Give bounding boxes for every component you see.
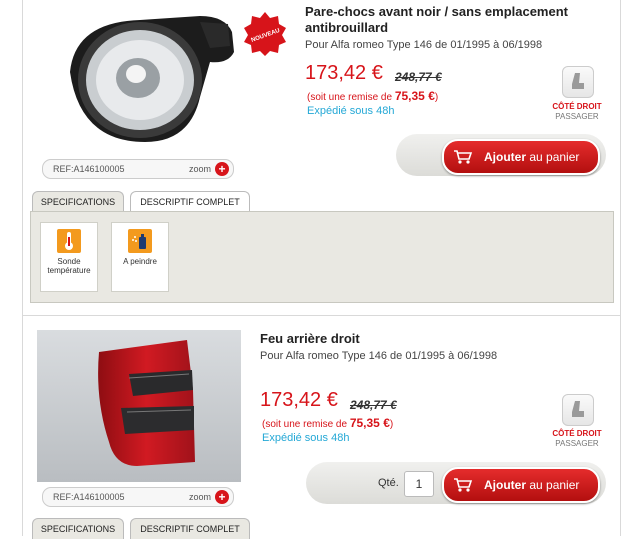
- tab-descriptif-complet[interactable]: DESCRIPTIF COMPLET: [130, 191, 250, 212]
- quantity-label: Qté.: [378, 477, 399, 489]
- zoom-plus-icon[interactable]: +: [215, 162, 229, 176]
- cart-icon: [452, 146, 474, 168]
- spec-label: A peindre: [123, 257, 157, 266]
- old-price: 248,77 €: [350, 398, 397, 412]
- thermometer-icon: [57, 229, 81, 253]
- reference-number: REF:A146100005: [53, 492, 125, 502]
- rear-lamp-image[interactable]: [37, 330, 241, 482]
- new-badge: NOUVEAU: [244, 12, 286, 56]
- side-label: CÔTÉ DROIT PASSAGER: [552, 429, 602, 448]
- seat-icon: [562, 66, 594, 98]
- reference-pill: REF:A146100005 zoom +: [42, 159, 234, 179]
- paint-spray-icon: [128, 229, 152, 253]
- reference-pill: REF:A146100005 zoom +: [42, 487, 234, 507]
- product-price: 173,42 €: [260, 389, 338, 411]
- product-subtitle: Pour Alfa romeo Type 146 de 01/1995 à 06…: [260, 350, 498, 362]
- add-to-cart-button[interactable]: Ajouter au panier: [442, 467, 600, 503]
- quantity-input[interactable]: 1: [404, 471, 434, 497]
- discount-text: (soit une remise de 75,35 €): [307, 89, 439, 103]
- spec-card: Sonde température: [40, 222, 98, 292]
- fog-lamp-image[interactable]: [50, 2, 240, 152]
- discount-text: (soit une remise de 75,35 €): [262, 416, 394, 430]
- shipping-info: Expédié sous 48h: [307, 105, 395, 117]
- tab-specifications[interactable]: SPECIFICATIONS: [32, 191, 124, 212]
- spec-label: Sonde température: [47, 257, 91, 275]
- zoom-label[interactable]: zoom: [189, 164, 211, 174]
- seat-icon: [562, 394, 594, 426]
- add-to-cart-button[interactable]: Ajouter au panier: [442, 139, 600, 175]
- shipping-info: Expédié sous 48h: [262, 432, 350, 444]
- zoom-plus-icon[interactable]: +: [215, 490, 229, 504]
- side-label: CÔTÉ DROIT PASSAGER: [552, 102, 602, 121]
- old-price: 248,77 €: [395, 70, 442, 84]
- zoom-label[interactable]: zoom: [189, 492, 211, 502]
- product-title[interactable]: Pare-chocs avant noir / sans emplacement…: [305, 4, 605, 36]
- reference-number: REF:A146100005: [53, 164, 125, 174]
- product-title[interactable]: Feu arrière droit: [260, 331, 360, 347]
- spec-card: A peindre: [111, 222, 169, 292]
- product-subtitle: Pour Alfa romeo Type 146 de 01/1995 à 06…: [305, 39, 543, 51]
- product-price: 173,42 €: [305, 62, 383, 84]
- cart-icon: [452, 474, 474, 496]
